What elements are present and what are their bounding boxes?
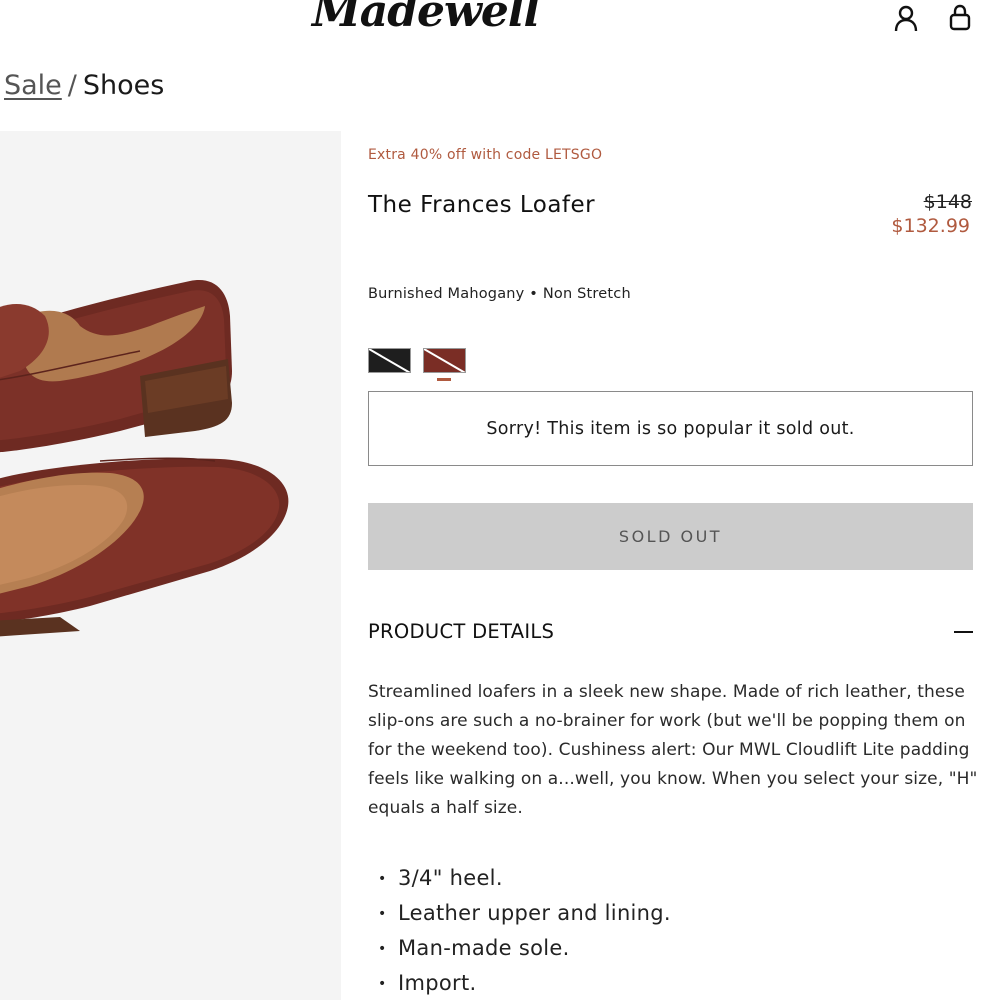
sold-out-button[interactable]: SOLD OUT xyxy=(368,503,973,570)
color-name: Burnished Mahogany • Non Stretch xyxy=(368,286,631,302)
breadcrumb-separator: / xyxy=(67,70,77,101)
loafer-image-bottom xyxy=(0,457,289,637)
bag-icon[interactable] xyxy=(947,4,973,32)
swatch-burnished-mahogany[interactable] xyxy=(423,348,466,373)
selected-swatch-indicator xyxy=(437,378,451,381)
soldout-message: Sorry! This item is so popular it sold o… xyxy=(368,391,973,466)
price-sale: $132.99 xyxy=(891,215,970,237)
loafer-image-top xyxy=(0,280,232,453)
feature-text: Man-made sole. xyxy=(398,936,570,960)
swatch-black[interactable] xyxy=(368,348,411,373)
bullet-icon: • xyxy=(378,975,387,992)
product-features-list: • 3/4" heel. • Leather upper and lining. •… xyxy=(378,861,671,1000)
promo-text: Extra 40% off with code LETSGO xyxy=(368,147,603,163)
bullet-icon: • xyxy=(378,905,387,922)
product-title: The Frances Loafer xyxy=(368,192,596,218)
list-item: • Import. xyxy=(378,966,671,1000)
bullet-icon: • xyxy=(378,870,387,887)
breadcrumb-link-sale[interactable]: Sale xyxy=(4,70,62,101)
bullet-icon: • xyxy=(378,940,387,957)
list-item: • Man-made sole. xyxy=(378,931,671,966)
list-item: • Leather upper and lining. xyxy=(378,896,671,931)
product-page: Madewell Sale / Shoes Extra 40% off with… xyxy=(0,0,1000,1000)
product-details-title: PRODUCT DETAILS xyxy=(368,620,555,643)
product-image[interactable] xyxy=(0,131,341,1000)
list-item: • 3/4" heel. xyxy=(378,861,671,896)
price-original: $148 xyxy=(923,191,972,213)
feature-text: 3/4" heel. xyxy=(398,866,503,890)
breadcrumb: Sale / Shoes xyxy=(4,70,164,101)
minus-icon[interactable] xyxy=(954,631,973,633)
feature-text: Import. xyxy=(398,971,477,995)
breadcrumb-current: Shoes xyxy=(82,70,165,101)
brand-logo[interactable]: Madewell xyxy=(312,0,540,37)
account-icon[interactable] xyxy=(893,4,919,32)
product-details-toggle[interactable]: PRODUCT DETAILS xyxy=(368,620,973,646)
product-description: Streamlined loafers in a sleek new shape… xyxy=(368,682,978,818)
feature-text: Leather upper and lining. xyxy=(398,901,671,925)
